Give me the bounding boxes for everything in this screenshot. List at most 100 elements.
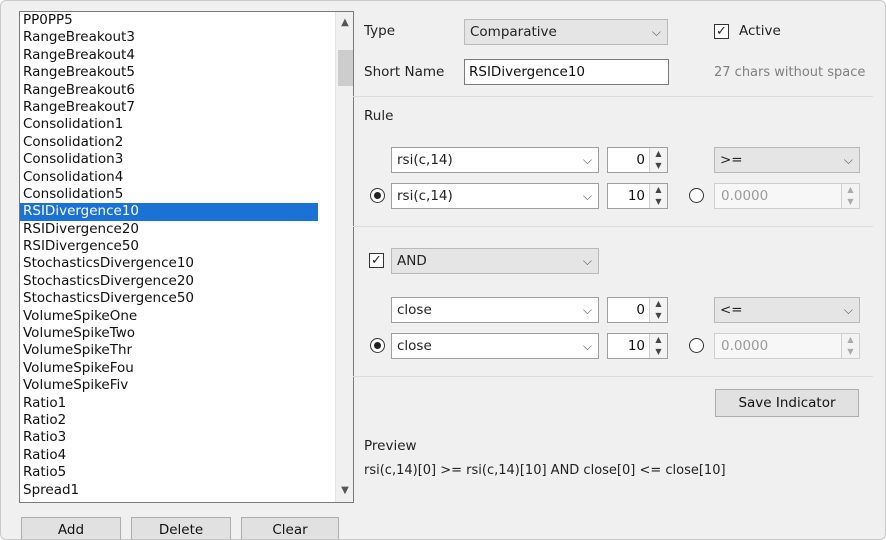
list-item[interactable]: VolumeSpikeTwo — [20, 325, 320, 342]
stepper-arrows-icon[interactable]: ▲ ▼ — [649, 184, 667, 208]
list-item[interactable]: Spread1 — [20, 482, 320, 499]
rule2-right-const-radio[interactable] — [689, 338, 704, 353]
list-item[interactable]: RangeBreakout7 — [20, 99, 320, 116]
stepper-arrows-icon: ▲ ▼ — [841, 184, 859, 208]
scroll-down-icon[interactable]: ▼ — [336, 482, 353, 500]
list-item[interactable]: Ratio5 — [20, 464, 320, 481]
list-item[interactable]: Consolidation3 — [20, 151, 320, 168]
chevron-down-icon: ⌵ — [843, 153, 853, 167]
stepper-arrows-icon[interactable]: ▲ ▼ — [649, 334, 667, 358]
conjunction-select[interactable]: AND ⌵ — [391, 248, 599, 274]
rule-left-expr-value: rsi(c,14) — [397, 152, 453, 168]
type-label: Type — [364, 23, 396, 39]
conjunction-value: AND — [397, 253, 427, 269]
type-select[interactable]: Comparative ⌵ — [464, 19, 668, 45]
chevron-down-icon: ⌵ — [582, 153, 592, 167]
rule2-operator-select[interactable]: <= ⌵ — [714, 297, 860, 323]
vertical-scrollbar[interactable]: ▲ ▼ — [335, 12, 353, 502]
chars-info: 27 chars without space — [714, 65, 866, 80]
rule2-operator-value: <= — [720, 302, 743, 318]
rule-right-const-stepper[interactable]: 0.0000 ▲ ▼ — [714, 183, 860, 209]
list-item[interactable]: StochasticsDivergence50 — [20, 290, 320, 307]
active-checkbox[interactable]: ✓ — [714, 24, 729, 39]
chevron-down-icon: ⌵ — [582, 254, 592, 268]
rule-right-const-radio[interactable] — [689, 188, 704, 203]
chevron-down-icon: ⌵ — [582, 189, 592, 203]
indicator-editor-window: PP0PP5 RangeBreakout3 RangeBreakout4 RangeB… — [0, 0, 886, 540]
second-rule-section: ✓ AND ⌵ close ⌵ 0 ▲ ▼ <= ⌵ close ⌵ 10 ▲ … — [353, 227, 873, 377]
list-item[interactable]: RSIDivergence50 — [20, 238, 320, 255]
list-item[interactable]: Consolidation4 — [20, 169, 320, 186]
chevron-down-icon: ⌵ — [651, 25, 661, 39]
preview-text: rsi(c,14)[0] >= rsi(c,14)[10] AND close[… — [364, 463, 726, 478]
list-item[interactable]: Ratio2 — [20, 412, 320, 429]
chevron-down-icon: ⌵ — [582, 303, 592, 317]
rule-label: Rule — [364, 108, 394, 124]
list-item[interactable]: PP0PP5 — [20, 12, 320, 29]
list-item[interactable]: RangeBreakout6 — [20, 82, 320, 99]
rule-right-expr-value: rsi(c,14) — [397, 188, 453, 204]
properties-panel: Type Comparative ⌵ ✓ Active Short Name R… — [353, 1, 885, 539]
list-item[interactable]: Ratio3 — [20, 429, 320, 446]
active-label: Active — [739, 23, 781, 39]
stepper-arrows-icon[interactable]: ▲ ▼ — [649, 148, 667, 172]
scroll-thumb[interactable] — [338, 50, 353, 86]
rule2-right-expr-select[interactable]: close ⌵ — [391, 333, 599, 359]
rule-left-offset-stepper[interactable]: 0 ▲ ▼ — [607, 147, 668, 173]
rule-right-expr-select[interactable]: rsi(c,14) ⌵ — [391, 183, 599, 209]
add-button[interactable]: Add — [21, 517, 121, 539]
rule2-right-expr-radio[interactable] — [370, 338, 385, 353]
preview-label: Preview — [364, 438, 417, 454]
stepper-arrows-icon[interactable]: ▲ ▼ — [649, 298, 667, 322]
list-item[interactable]: RangeBreakout3 — [20, 29, 320, 46]
list-item-selected[interactable]: RSIDivergence10 — [20, 203, 318, 221]
rule-right-offset-value: 10 — [627, 188, 645, 204]
scroll-up-icon[interactable]: ▲ — [336, 14, 353, 32]
rule-operator-select[interactable]: >= ⌵ — [714, 147, 860, 173]
rule2-right-const-value: 0.0000 — [721, 338, 769, 354]
rule-section: Rule rsi(c,14) ⌵ 0 ▲ ▼ >= ⌵ rsi(c,14) ⌵ 1… — [353, 97, 873, 227]
indicators-list: PP0PP5 RangeBreakout3 RangeBreakout4 RangeB… — [20, 12, 320, 499]
delete-button[interactable]: Delete — [131, 517, 231, 539]
rule2-right-expr-value: close — [397, 338, 432, 354]
list-item[interactable]: StochasticsDivergence20 — [20, 273, 320, 290]
list-item[interactable]: Ratio4 — [20, 447, 320, 464]
rule2-right-offset-value: 10 — [627, 338, 645, 354]
list-item[interactable]: Consolidation5 — [20, 186, 320, 203]
rule-operator-value: >= — [720, 152, 743, 168]
list-item[interactable]: RangeBreakout5 — [20, 64, 320, 81]
list-item[interactable]: VolumeSpikeFiv — [20, 377, 320, 394]
list-item[interactable]: Ratio1 — [20, 395, 320, 412]
stepper-arrows-icon: ▲ ▼ — [841, 334, 859, 358]
list-item[interactable]: VolumeSpikeFou — [20, 360, 320, 377]
rule2-left-offset-stepper[interactable]: 0 ▲ ▼ — [607, 297, 668, 323]
type-select-value: Comparative — [470, 24, 557, 40]
list-item[interactable]: Consolidation2 — [20, 134, 320, 151]
rule-right-expr-radio[interactable] — [370, 188, 385, 203]
rule2-left-offset-value: 0 — [636, 302, 645, 318]
rule2-right-offset-stepper[interactable]: 10 ▲ ▼ — [607, 333, 668, 359]
list-item[interactable]: Consolidation1 — [20, 116, 320, 133]
rule2-right-const-stepper[interactable]: 0.0000 ▲ ▼ — [714, 333, 860, 359]
rule-right-offset-stepper[interactable]: 10 ▲ ▼ — [607, 183, 668, 209]
short-name-input[interactable]: RSIDivergence10 — [464, 59, 669, 85]
chevron-down-icon: ⌵ — [843, 303, 853, 317]
indicators-group: PP0PP5 RangeBreakout3 RangeBreakout4 RangeB… — [11, 1, 354, 527]
rule2-left-expr-select[interactable]: close ⌵ — [391, 297, 599, 323]
save-indicator-button[interactable]: Save Indicator — [715, 389, 859, 417]
rule-left-expr-select[interactable]: rsi(c,14) ⌵ — [391, 147, 599, 173]
rule-right-const-value: 0.0000 — [721, 188, 769, 204]
chevron-down-icon: ⌵ — [582, 339, 592, 353]
list-item[interactable]: RangeBreakout4 — [20, 47, 320, 64]
list-item[interactable]: VolumeSpikeThr — [20, 342, 320, 359]
list-item[interactable]: VolumeSpikeOne — [20, 308, 320, 325]
properties-section: Type Comparative ⌵ ✓ Active Short Name R… — [353, 1, 873, 97]
clear-button[interactable]: Clear — [241, 517, 339, 539]
list-item[interactable]: StochasticsDivergence10 — [20, 255, 320, 272]
second-rule-enable-checkbox[interactable]: ✓ — [369, 253, 384, 268]
indicators-listbox[interactable]: PP0PP5 RangeBreakout3 RangeBreakout4 RangeB… — [19, 11, 354, 503]
rule2-left-expr-value: close — [397, 302, 432, 318]
rule-left-offset-value: 0 — [636, 152, 645, 168]
short-name-label: Short Name — [364, 64, 445, 80]
list-item[interactable]: RSIDivergence20 — [20, 221, 320, 238]
